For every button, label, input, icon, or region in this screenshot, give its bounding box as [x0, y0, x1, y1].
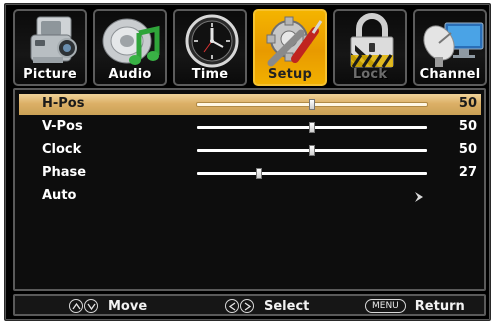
- help-bar: Move Select MENU Return: [13, 294, 486, 316]
- tab-label: Audio: [108, 67, 152, 82]
- menu-key-icon: MENU: [365, 299, 406, 313]
- setting-label: H-Pos: [42, 96, 85, 111]
- setting-row-phase[interactable]: Phase 27: [19, 163, 481, 184]
- h-pos-slider[interactable]: [197, 99, 427, 110]
- clock-slider[interactable]: [197, 145, 427, 156]
- setup-settings-panel: H-Pos 50 V-Pos 50 Clock 50 Phase 27 Auto: [13, 88, 486, 291]
- chevron-right-icon: [415, 192, 423, 202]
- camcorder-icon: [15, 11, 85, 73]
- tab-channel[interactable]: Channel: [413, 9, 487, 86]
- slider-thumb[interactable]: [309, 99, 315, 110]
- tab-setup[interactable]: Setup: [253, 9, 327, 86]
- tools-gear-icon: [255, 11, 325, 73]
- tab-label: Setup: [268, 67, 312, 82]
- hint-select-label: Select: [264, 298, 310, 314]
- arrow-down-icon: [84, 299, 98, 313]
- setting-value: 50: [458, 119, 477, 134]
- clock-icon: [175, 11, 245, 73]
- hint-return-label: Return: [414, 298, 465, 314]
- setting-row-v-pos[interactable]: V-Pos 50: [19, 117, 481, 138]
- padlock-icon: [335, 11, 405, 73]
- tab-picture[interactable]: Picture: [13, 9, 87, 86]
- speaker-music-note-icon: [95, 11, 165, 73]
- setting-value: 50: [458, 96, 477, 111]
- tab-label: Lock: [352, 67, 388, 82]
- setting-value: 27: [458, 165, 477, 180]
- hint-move-label: Move: [108, 298, 148, 314]
- setting-label: V-Pos: [42, 119, 83, 134]
- tab-audio[interactable]: Audio: [93, 9, 167, 86]
- arrow-left-icon: [225, 299, 239, 313]
- setting-value: 50: [458, 142, 477, 157]
- arrow-up-icon: [69, 299, 83, 313]
- setting-label: Phase: [42, 165, 87, 180]
- menu-tab-bar: Picture Audio Time Setup Lock Channel: [13, 9, 487, 87]
- satellite-dish-icon: [415, 11, 485, 73]
- setting-row-clock[interactable]: Clock 50: [19, 140, 481, 161]
- slider-thumb[interactable]: [256, 168, 263, 179]
- phase-slider[interactable]: [197, 168, 427, 179]
- tab-label: Channel: [419, 67, 481, 82]
- hint-return: MENU Return: [365, 298, 465, 314]
- setting-row-auto[interactable]: Auto: [19, 186, 481, 207]
- setting-row-h-pos[interactable]: H-Pos 50: [19, 94, 481, 115]
- tv-osd-menu: Picture Audio Time Setup Lock Channel H-…: [4, 3, 491, 321]
- slider-thumb[interactable]: [309, 145, 315, 156]
- hint-move: Move: [69, 298, 147, 314]
- tab-lock[interactable]: Lock: [333, 9, 407, 86]
- tab-time[interactable]: Time: [173, 9, 247, 86]
- setting-label: Clock: [42, 142, 82, 157]
- tab-label: Time: [191, 67, 229, 82]
- v-pos-slider[interactable]: [197, 122, 427, 133]
- setting-label: Auto: [42, 188, 77, 203]
- slider-thumb[interactable]: [309, 122, 315, 133]
- tab-label: Picture: [23, 67, 77, 82]
- hint-select: Select: [225, 298, 309, 314]
- arrow-right-icon: [240, 299, 254, 313]
